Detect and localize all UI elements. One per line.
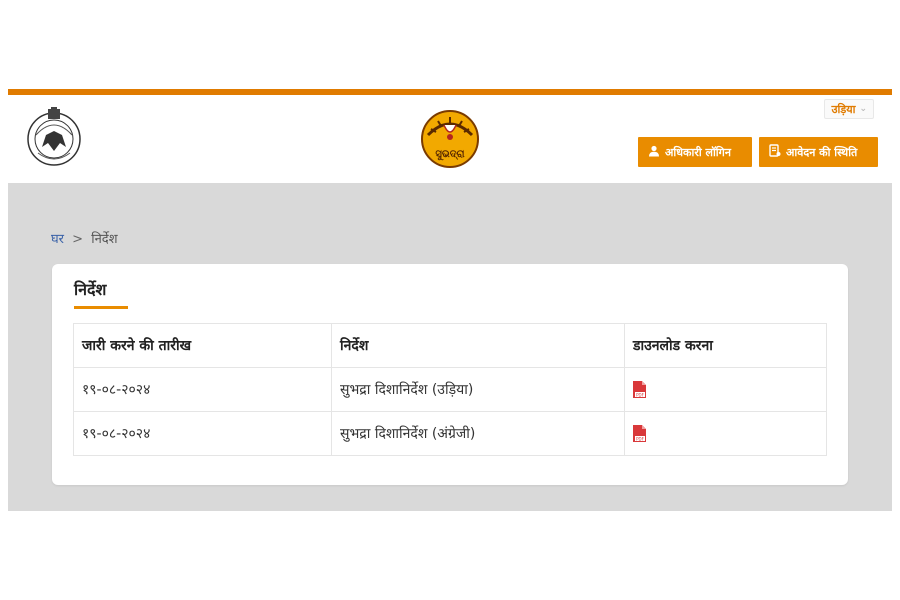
pdf-icon[interactable]: PDF [633, 380, 647, 399]
svg-text:PDF: PDF [636, 392, 644, 397]
row-guideline-title: सुभद्रा दिशानिर्देश (उड़िया) [331, 367, 625, 412]
application-status-label: आवेदन की स्थिति [786, 145, 858, 159]
subhadra-logo: ସୁଭଦ୍ରା [420, 109, 480, 169]
title-underline [74, 306, 128, 309]
chevron-down-icon: ⌄ [859, 104, 867, 114]
site-header: ସୁଭଦ୍ରା उड़िया ⌄ अधिकारी लॉगिन आवेदन की … [8, 95, 892, 183]
state-emblem-icon [24, 107, 84, 167]
officer-login-label: अधिकारी लॉगिन [665, 145, 731, 159]
row-download-cell: PDF [624, 411, 827, 456]
breadcrumb-home-link[interactable]: घर [51, 232, 64, 247]
row-guideline-title: सुभद्रा दिशानिर्देश (अंग्रेजी) [331, 411, 625, 456]
language-select[interactable]: उड़िया ⌄ [824, 99, 874, 119]
row-download-cell: PDF [624, 367, 827, 412]
language-select-value: उड़िया [831, 102, 856, 116]
svg-text:PDF: PDF [636, 436, 644, 441]
breadcrumb: घर > निर्देश [51, 229, 118, 247]
guidelines-table: जारी करने की तारीख निर्देश डाउनलोड करना … [73, 323, 827, 456]
table-header-row: जारी करने की तारीख निर्देश डाउनलोड करना [73, 323, 827, 368]
logo-text: ସୁଭଦ୍ରା [435, 149, 464, 161]
breadcrumb-separator: > [72, 232, 84, 247]
table-row: १९-०८-२०२४ सुभद्रा दिशानिर्देश (उड़िया) … [73, 367, 827, 412]
table-row: १९-०८-२०२४ सुभद्रा दिशानिर्देश (अंग्रेजी… [73, 411, 827, 456]
application-status-button[interactable]: आवेदन की स्थिति [759, 137, 878, 167]
column-header-date: जारी करने की तारीख [73, 323, 332, 368]
column-header-download: डाउनलोड करना [624, 323, 827, 368]
officer-login-button[interactable]: अधिकारी लॉगिन [638, 137, 752, 167]
page-frame: ସୁଭଦ୍ରା उड़िया ⌄ अधिकारी लॉगिन आवेदन की … [8, 89, 892, 511]
pdf-icon[interactable]: PDF [633, 424, 647, 443]
row-date: १९-०८-२०२४ [73, 411, 332, 456]
column-header-guideline: निर्देश [331, 323, 625, 368]
breadcrumb-current: निर्देश [91, 232, 118, 247]
user-icon [648, 145, 660, 160]
guidelines-card: निर्देश जारी करने की तारीख निर्देश डाउनल… [52, 264, 848, 485]
document-status-icon [769, 144, 781, 160]
row-date: १९-०८-२०२४ [73, 367, 332, 412]
card-title: निर्देश [74, 280, 107, 299]
